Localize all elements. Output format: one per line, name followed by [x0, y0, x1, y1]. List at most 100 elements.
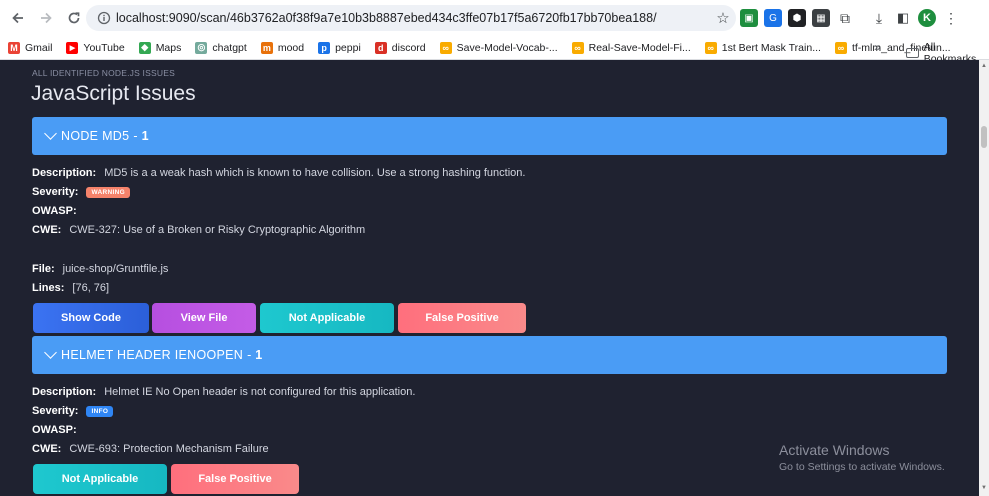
colab-icon: ∞ — [439, 41, 452, 54]
scrollbar-thumb[interactable] — [981, 126, 987, 148]
owasp-label: OWASP: — [32, 424, 77, 436]
bookmark-colab-1[interactable]: ∞ Save-Model-Vocab-... — [439, 41, 558, 54]
lines-value: [76, 76] — [72, 282, 110, 294]
activate-windows-watermark: Activate Windows Go to Settings to activ… — [779, 442, 945, 473]
bookmark-peppi[interactable]: p peppi — [318, 41, 361, 54]
scroll-up-icon[interactable]: ▲ — [981, 63, 987, 69]
section-subtitle: ALL IDENTIFIED NODE.JS ISSUES — [32, 68, 175, 78]
bookmark-label: Save-Model-Vocab-... — [456, 41, 558, 54]
bookmark-colab-2[interactable]: ∞ Real-Save-Model-Fi... — [571, 41, 691, 54]
forward-icon[interactable] — [32, 4, 60, 32]
colab-icon: ∞ — [834, 41, 847, 54]
side-panel-icon[interactable]: ◧ — [894, 9, 912, 27]
not-applicable-button[interactable]: Not Applicable — [260, 303, 394, 333]
file-row: File: juice-shop/Gruntfile.js — [32, 263, 168, 275]
owasp-row: OWASP: — [32, 424, 85, 436]
bookmark-label: 1st Bert Mask Train... — [721, 41, 821, 54]
severity-row: Severity: WARNING — [32, 186, 130, 198]
chatgpt-icon: ◎ — [195, 41, 208, 54]
browser-toolbar: localhost:9090/scan/46b3762a0f38f9a7e10b… — [0, 0, 989, 36]
extension-icon[interactable]: ▣ — [740, 9, 758, 27]
issue-header-node-md5[interactable]: NODE MD5 - 1 — [32, 117, 947, 155]
description-label: Description: — [32, 167, 97, 179]
issue-name: HELMET HEADER IENOOPEN — [61, 348, 244, 362]
folder-icon — [906, 48, 919, 58]
page-content: ALL IDENTIFIED NODE.JS ISSUES JavaScript… — [0, 60, 979, 496]
cwe-row: CWE: CWE-693: Protection Mechanism Failu… — [32, 443, 269, 455]
bookmark-label: discord — [391, 41, 426, 54]
watermark-title: Activate Windows — [779, 442, 890, 458]
bookmark-colab-3[interactable]: ∞ 1st Bert Mask Train... — [704, 41, 821, 54]
issue-count: 1 — [141, 129, 149, 143]
severity-label: Severity: — [32, 405, 79, 417]
issue-separator: - — [133, 129, 138, 143]
reload-icon[interactable] — [60, 4, 88, 32]
cwe-label: CWE: — [32, 443, 62, 455]
description-row: Description: MD5 is a a weak hash which … — [32, 167, 525, 179]
description-row: Description: Helmet IE No Open header is… — [32, 386, 415, 398]
mood-icon: m — [260, 41, 273, 54]
bookmark-label: peppi — [335, 41, 361, 54]
bookmark-discord[interactable]: d discord — [374, 41, 426, 54]
owasp-row: OWASP: — [32, 205, 85, 217]
bookmark-mood[interactable]: m mood — [260, 41, 305, 54]
bookmark-star-icon[interactable]: ☆ — [710, 9, 736, 27]
issue-header-helmet-ienoopen[interactable]: HELMET HEADER IENOOPEN - 1 — [32, 336, 947, 374]
url-text[interactable]: localhost:9090/scan/46b3762a0f38f9a7e10b… — [116, 11, 710, 25]
bookmark-maps[interactable]: ◆ Maps — [138, 41, 182, 54]
bookmark-youtube[interactable]: ▶ YouTube — [66, 41, 125, 54]
cwe-value: CWE-693: Protection Mechanism Failure — [69, 443, 269, 455]
chevron-down-icon — [44, 127, 57, 140]
translate-icon[interactable]: G — [764, 9, 782, 27]
severity-row: Severity: INFO — [32, 405, 114, 417]
severity-badge: WARNING — [86, 186, 130, 198]
site-info-icon[interactable] — [92, 11, 116, 25]
description-value: MD5 is a a weak hash which is known to h… — [104, 167, 526, 179]
extensions-area: ▣ G ⬢ ▦ ⧉ ⤓ ◧ K ⋮ — [740, 5, 960, 31]
colab-icon: ∞ — [704, 41, 717, 54]
menu-dots-icon[interactable]: ⋮ — [942, 9, 960, 27]
severity-badge: INFO — [86, 405, 114, 417]
file-label: File: — [32, 263, 55, 275]
page-scrollbar[interactable]: ▲ ▼ — [979, 60, 989, 496]
peppi-icon: p — [318, 41, 331, 54]
profile-avatar[interactable]: K — [918, 9, 936, 27]
section-title: JavaScript Issues — [31, 82, 196, 105]
bookmarks-bar: M Gmail ▶ YouTube ◆ Maps ◎ chatgpt m moo… — [0, 36, 989, 65]
show-code-button[interactable]: Show Code — [33, 303, 149, 333]
watermark-subtitle: Go to Settings to activate Windows. — [779, 461, 945, 473]
download-icon[interactable]: ⤓ — [870, 9, 888, 27]
media-extension-icon[interactable]: ▦ — [812, 9, 830, 27]
chevron-down-icon — [44, 346, 57, 359]
bookmark-chatgpt[interactable]: ◎ chatgpt — [195, 41, 247, 54]
back-icon[interactable] — [4, 4, 32, 32]
bookmarks-overflow-icon[interactable]: » — [874, 40, 881, 54]
discord-icon: d — [374, 41, 387, 54]
bookmark-label: Gmail — [25, 41, 53, 54]
owasp-label: OWASP: — [32, 205, 77, 217]
view-file-button[interactable]: View File — [152, 303, 256, 333]
not-applicable-button[interactable]: Not Applicable — [33, 464, 167, 494]
issue-separator: - — [247, 348, 252, 362]
severity-label: Severity: — [32, 186, 79, 198]
bookmark-label: chatgpt — [212, 41, 247, 54]
false-positive-button[interactable]: False Positive — [398, 303, 526, 333]
youtube-icon: ▶ — [66, 41, 79, 54]
lines-label: Lines: — [32, 282, 65, 294]
bookmark-label: Maps — [155, 41, 182, 54]
puzzle-icon[interactable]: ⧉ — [836, 9, 854, 27]
scroll-down-icon[interactable]: ▼ — [981, 485, 987, 491]
colab-icon: ∞ — [571, 41, 584, 54]
bookmark-gmail[interactable]: M Gmail — [8, 41, 53, 54]
maps-icon: ◆ — [138, 41, 151, 54]
issue-count: 1 — [255, 348, 263, 362]
false-positive-button[interactable]: False Positive — [171, 464, 299, 494]
cwe-row: CWE: CWE-327: Use of a Broken or Risky C… — [32, 224, 365, 236]
shield-extension-icon[interactable]: ⬢ — [788, 9, 806, 27]
bookmark-label: mood — [277, 41, 305, 54]
cwe-label: CWE: — [32, 224, 62, 236]
issue-name: NODE MD5 — [61, 129, 130, 143]
address-bar[interactable]: localhost:9090/scan/46b3762a0f38f9a7e10b… — [86, 5, 736, 31]
bookmark-label: Real-Save-Model-Fi... — [588, 41, 691, 54]
lines-row: Lines: [76, 76] — [32, 282, 109, 294]
